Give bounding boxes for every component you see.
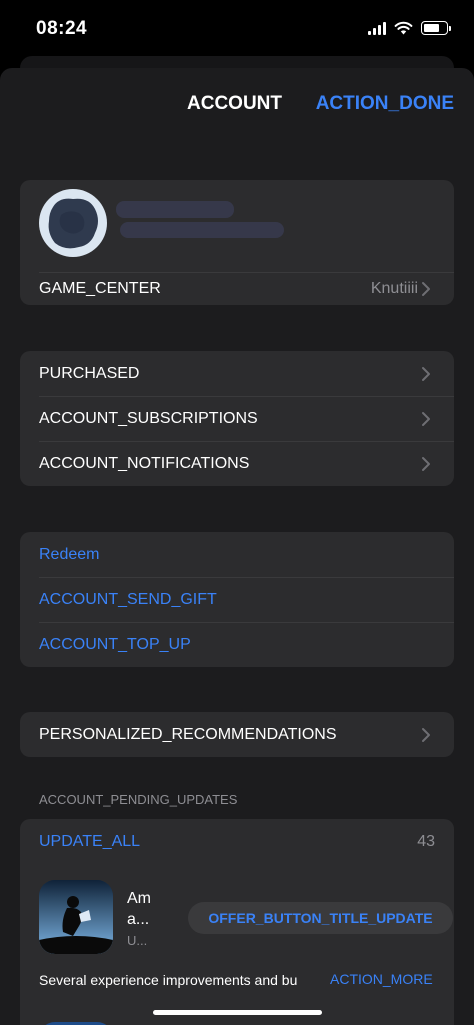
- redacted-email: [120, 222, 284, 238]
- top-up-link[interactable]: ACCOUNT_TOP_UP: [20, 622, 454, 667]
- purchased-label: PURCHASED: [39, 364, 140, 382]
- app-name: Am a...: [127, 890, 151, 928]
- redeem-link[interactable]: Redeem: [20, 532, 454, 577]
- page-title: ACCOUNT: [187, 93, 282, 114]
- recommendations-row[interactable]: PERSONALIZED_RECOMMENDATIONS: [20, 712, 454, 757]
- wifi-icon: [394, 21, 413, 35]
- avatar: [39, 189, 107, 257]
- redeem-label: Redeem: [39, 545, 100, 563]
- update-all-row: UPDATE_ALL 43: [20, 819, 454, 864]
- chevron-right-icon: [422, 728, 430, 742]
- kindle-app-icon[interactable]: [39, 880, 113, 954]
- app-update-item[interactable]: Am a... U... OFFER_BUTTON_TITLE_UPDATE: [39, 880, 453, 954]
- notifications-label: ACCOUNT_NOTIFICATIONS: [39, 454, 250, 472]
- game-center-label: GAME_CENTER: [39, 280, 161, 297]
- profile-group: GAME_CENTER Knutiiii: [20, 180, 454, 305]
- chevron-right-icon: [422, 367, 430, 381]
- subscriptions-label: ACCOUNT_SUBSCRIPTIONS: [39, 409, 258, 427]
- status-bar: 08:24: [0, 0, 474, 60]
- more-button[interactable]: ACTION_MORE: [330, 971, 433, 987]
- pending-updates-group: UPDATE_ALL 43 Am a... U... OFFER_BUTTON_…: [20, 819, 454, 1025]
- release-notes: Several experience improvements and bu: [39, 972, 298, 988]
- battery-icon: [421, 21, 451, 35]
- chevron-right-icon: [422, 282, 430, 296]
- recommendations-group: PERSONALIZED_RECOMMENDATIONS: [20, 712, 454, 757]
- send-gift-label: ACCOUNT_SEND_GIFT: [39, 590, 217, 608]
- redacted-name: [116, 201, 234, 218]
- update-all-button[interactable]: UPDATE_ALL: [39, 833, 140, 851]
- recommendations-label: PERSONALIZED_RECOMMENDATIONS: [39, 725, 337, 743]
- account-sheet: ACCOUNT ACTION_DONE GAME_CENTER Knutiiii…: [0, 68, 474, 1025]
- status-time: 08:24: [36, 18, 88, 39]
- subscriptions-row[interactable]: ACCOUNT_SUBSCRIPTIONS: [20, 396, 454, 441]
- home-indicator: [153, 1010, 322, 1015]
- status-icons: [368, 21, 451, 35]
- chevron-right-icon: [422, 457, 430, 471]
- top-up-label: ACCOUNT_TOP_UP: [39, 635, 191, 653]
- links-group: Redeem ACCOUNT_SEND_GIFT ACCOUNT_TOP_UP: [20, 532, 454, 667]
- done-button[interactable]: ACTION_DONE: [316, 93, 454, 115]
- cellular-signal-icon: [368, 21, 386, 35]
- pending-updates-header: ACCOUNT_PENDING_UPDATES: [39, 792, 238, 807]
- purchased-row[interactable]: PURCHASED: [20, 351, 454, 396]
- game-center-row[interactable]: GAME_CENTER Knutiiii: [20, 273, 454, 305]
- game-center-value: Knutiiii: [370, 280, 418, 297]
- update-count: 43: [417, 832, 435, 850]
- profile-row[interactable]: [20, 180, 454, 273]
- app-subtitle: U...: [127, 933, 148, 948]
- notifications-row[interactable]: ACCOUNT_NOTIFICATIONS: [20, 441, 454, 486]
- purchases-group: PURCHASED ACCOUNT_SUBSCRIPTIONS ACCOUNT_…: [20, 351, 454, 486]
- send-gift-link[interactable]: ACCOUNT_SEND_GIFT: [20, 577, 454, 622]
- update-button[interactable]: OFFER_BUTTON_TITLE_UPDATE: [188, 902, 453, 934]
- chevron-right-icon: [422, 412, 430, 426]
